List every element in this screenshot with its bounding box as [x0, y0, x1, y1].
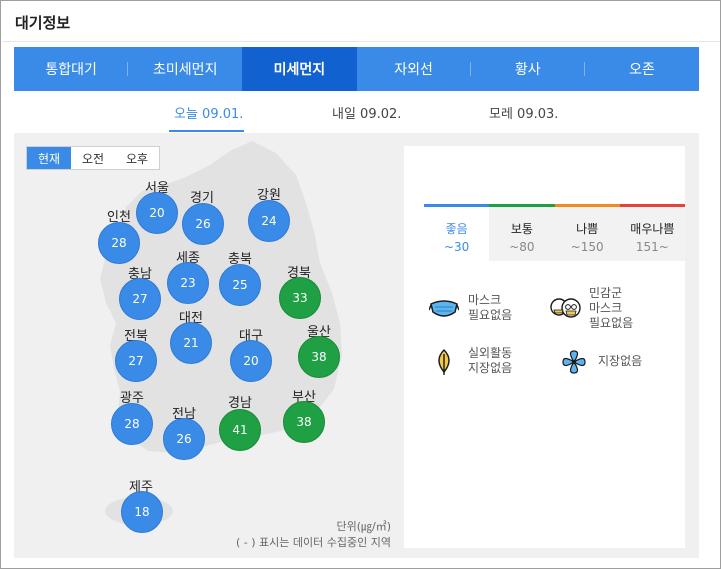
tip-mask: 마스크 필요없음	[428, 293, 512, 325]
level-range: 151~	[635, 240, 669, 254]
tab-label: 초미세먼지	[153, 62, 218, 78]
region-value-sejong[interactable]: 23	[167, 262, 209, 304]
fan-icon	[558, 346, 590, 378]
tip-ventilation: 지장없음	[558, 346, 642, 378]
region-value-busan[interactable]: 38	[283, 401, 325, 443]
tip-line: 마스크	[468, 293, 502, 307]
tip-line: 마스크	[589, 301, 623, 315]
level-legend: 좋음 ~30 보통 ~80 나쁨 ~150 매우나쁨 151~	[424, 204, 685, 261]
level-name: 매우나쁨	[630, 222, 675, 236]
day-active-underline	[169, 130, 244, 132]
region-value-jeonbuk[interactable]: 27	[115, 340, 157, 382]
level-good[interactable]: 좋음 ~30	[424, 204, 490, 261]
region-value-jeju[interactable]: 18	[121, 491, 163, 533]
level-range: ~80	[509, 240, 535, 254]
air-quality-widget: 대기정보 통합대기 초미세먼지 미세먼지 자외선 황사 오존 오늘 09.01.…	[0, 0, 721, 569]
day-tomorrow[interactable]: 내일 09.02.	[332, 103, 401, 122]
tab-ozone[interactable]: 오존	[585, 47, 699, 91]
level-color-bar	[424, 204, 490, 207]
tab-integrated-air[interactable]: 통합대기	[14, 47, 129, 91]
level-color-bar	[489, 204, 555, 207]
mask-icon	[428, 293, 460, 325]
region-value-gyeongbuk[interactable]: 33	[279, 277, 321, 319]
time-tab-morning[interactable]: 오전	[71, 147, 115, 169]
tip-outdoor: 실외활동 지장없음	[428, 346, 512, 378]
tip-line: 지장없음	[468, 361, 513, 375]
data-note: ( - ) 표시는 데이터 수집중인 지역	[236, 536, 391, 549]
region-value-jeonnam[interactable]: 26	[163, 418, 205, 460]
region-value-seoul[interactable]: 20	[136, 192, 178, 234]
level-name: 나쁨	[576, 222, 599, 236]
time-tabs: 현재 오전 오후	[26, 146, 160, 170]
tip-line: 필요없음	[589, 316, 634, 330]
region-value-chungbuk[interactable]: 25	[219, 264, 261, 306]
tab-label: 통합대기	[45, 62, 97, 78]
day-after-tomorrow[interactable]: 모레 09.03.	[489, 103, 558, 122]
unit-label: 단위(㎍/㎥)	[336, 520, 391, 533]
tab-label: 미세먼지	[273, 62, 326, 78]
region-value-gangwon[interactable]: 24	[248, 200, 290, 242]
tab-fine-dust[interactable]: 미세먼지	[242, 47, 357, 91]
region-value-chungnam[interactable]: 27	[119, 278, 161, 320]
tab-ultrafine-dust[interactable]: 초미세먼지	[128, 47, 242, 91]
region-value-gyeongnam[interactable]: 41	[219, 409, 261, 451]
level-range: ~30	[443, 240, 470, 254]
level-range: ~150	[570, 240, 604, 254]
level-very-bad[interactable]: 매우나쁨 151~	[619, 204, 685, 261]
leaf-icon	[428, 346, 460, 378]
region-value-gyeonggi[interactable]: 26	[182, 203, 224, 245]
legend-panel: 좋음 ~30 보통 ~80 나쁨 ~150 매우나쁨 151~ 마스크 필요없음…	[404, 146, 685, 548]
map-content: 현재 오전 오후 서울 경기 강원 인천 충남 세종 충북 경북 전북 대전 대…	[14, 133, 699, 558]
tab-uv[interactable]: 자외선	[357, 47, 471, 91]
level-name: 좋음	[445, 222, 468, 236]
category-tabs: 통합대기 초미세먼지 미세먼지 자외선 황사 오존	[14, 47, 699, 91]
level-normal[interactable]: 보통 ~80	[489, 204, 555, 261]
time-tab-afternoon[interactable]: 오후	[115, 147, 159, 169]
tab-yellow-dust[interactable]: 황사	[471, 47, 585, 91]
day-today[interactable]: 오늘 09.01.	[174, 103, 243, 122]
tip-sensitive-group: 민감군 마스크 필요없음	[549, 286, 633, 331]
region-value-gwangju[interactable]: 28	[111, 403, 153, 445]
level-color-bar	[554, 204, 620, 207]
time-tab-now[interactable]: 현재	[27, 147, 71, 169]
sensitive-group-icon	[549, 292, 581, 324]
region-value-daegu[interactable]: 20	[230, 340, 272, 382]
level-name: 보통	[510, 222, 533, 236]
title-divider	[2, 41, 720, 42]
tip-line: 지장없음	[598, 354, 643, 368]
tab-label: 자외선	[394, 62, 433, 78]
tip-line: 필요없음	[468, 308, 513, 322]
region-value-incheon[interactable]: 28	[98, 222, 140, 264]
region-value-ulsan[interactable]: 38	[298, 336, 340, 378]
level-bad[interactable]: 나쁨 ~150	[554, 204, 620, 261]
tip-line: 실외활동	[468, 346, 513, 360]
widget-title: 대기정보	[15, 14, 71, 32]
region-value-daejeon[interactable]: 21	[170, 322, 212, 364]
tab-label: 오존	[629, 62, 655, 78]
level-color-bar	[619, 204, 685, 207]
tip-line: 민감군	[589, 286, 623, 300]
tab-label: 황사	[514, 62, 541, 78]
day-selector: 오늘 09.01. 내일 09.02. 모레 09.03.	[14, 91, 699, 133]
